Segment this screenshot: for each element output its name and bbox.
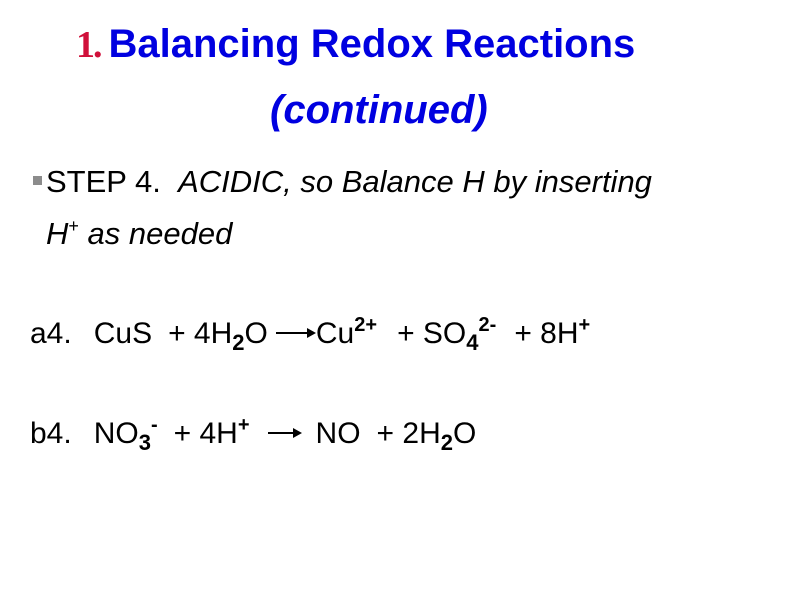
step-instruction: ACIDIC, so Balance H by inserting	[178, 164, 652, 199]
step-instruction-rest: as needed	[78, 216, 233, 251]
product-hydrogen-ion: + 8H+	[514, 314, 591, 350]
equation-a4: a4. CuS + 4H2O Cu2+ + SO42- + 8H+	[30, 305, 590, 363]
reactant-nitrate: NO3-	[93, 414, 158, 455]
reactant-hydrogen-ion: + 4H+	[173, 414, 250, 450]
product-water: + 2H2O	[376, 417, 477, 455]
step-instruction-line2: H+ as needed	[46, 206, 232, 254]
equation-label: a4.	[30, 317, 72, 350]
h-ion-symbol: H	[46, 216, 69, 251]
reactant-water: + 4H2O	[168, 317, 268, 355]
product-sulfate: + SO42-	[397, 314, 497, 355]
step-instruction-line1: STEP 4. ACIDIC, so Balance H by insertin…	[46, 162, 652, 202]
slide-title-line2: (continued)	[270, 88, 488, 132]
slide: 1. Balancing Redox Reactions (continued) …	[0, 0, 791, 609]
equation-label: b4.	[30, 417, 72, 450]
square-bullet-icon	[33, 176, 42, 185]
yields-arrow-icon	[275, 327, 316, 339]
title-text: Balancing Redox Reactions	[108, 22, 636, 66]
product-no: NO	[315, 417, 361, 450]
equation-b4: b4. NO3- + 4H+ NO + 2H2O	[30, 405, 476, 463]
product-copper-ion: Cu2+	[315, 314, 378, 350]
slide-title-line1: 1. Balancing Redox Reactions	[76, 18, 635, 71]
h-ion-charge: +	[68, 216, 79, 236]
reactant-cus: CuS	[93, 317, 153, 350]
step-label: STEP 4.	[46, 164, 161, 199]
title-number: 1.	[76, 24, 102, 66]
yields-arrow-icon	[267, 427, 302, 439]
